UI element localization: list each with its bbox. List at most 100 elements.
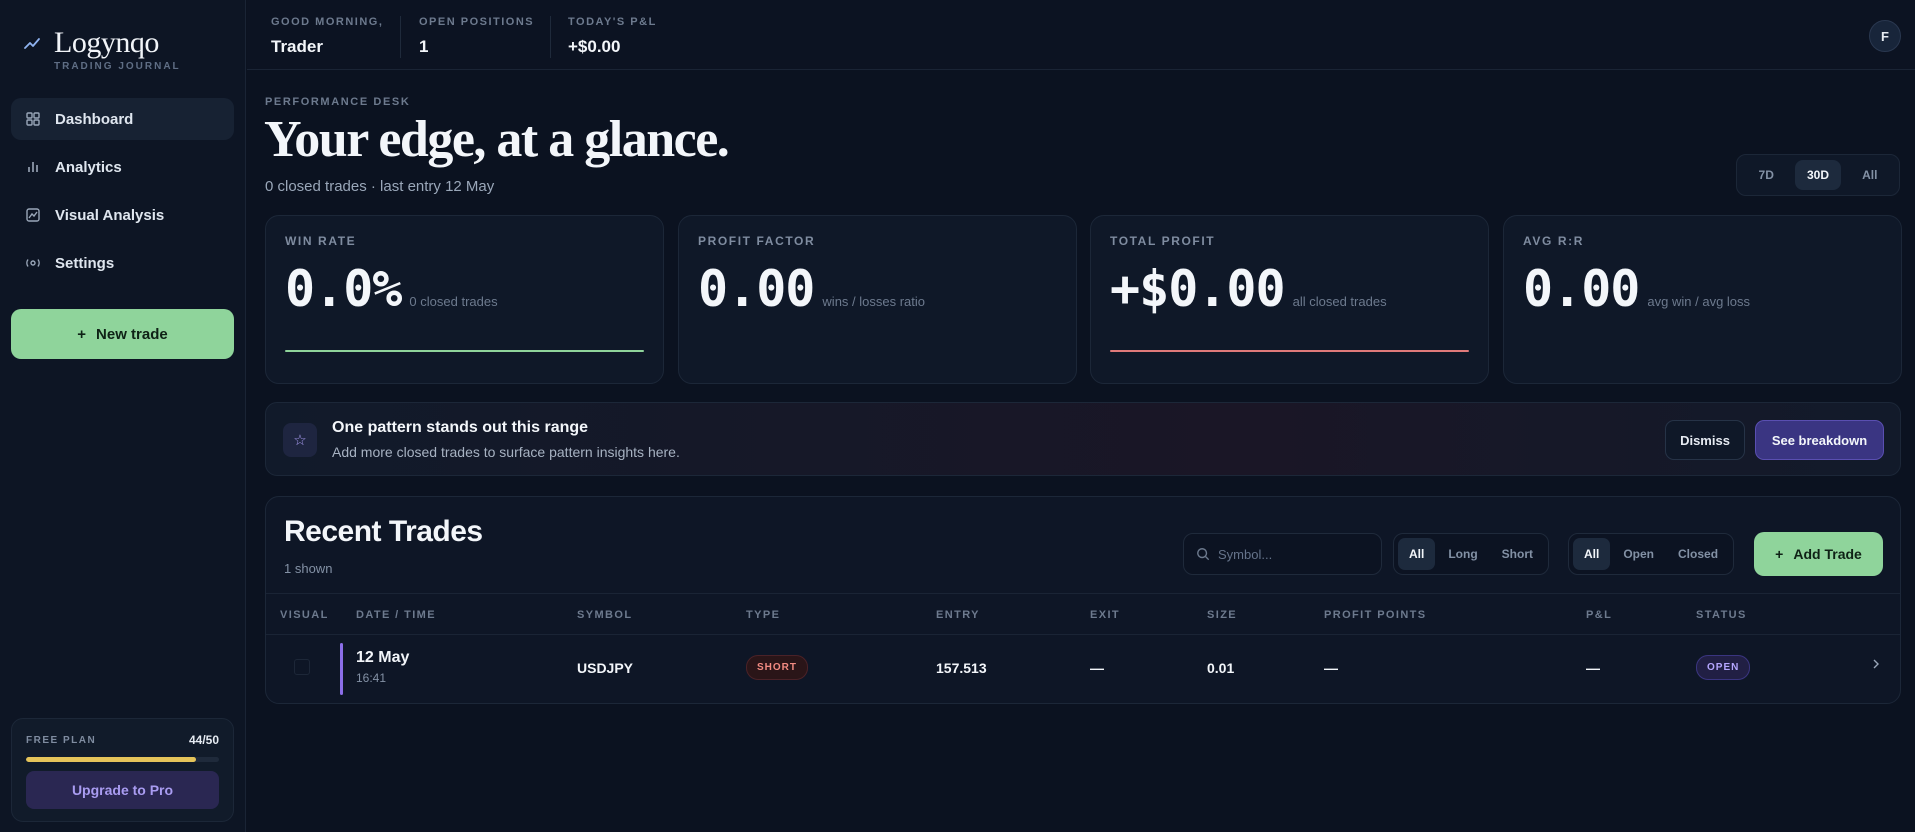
- trend-up-icon: [24, 38, 40, 49]
- plus-icon: +: [77, 325, 87, 343]
- exit-cell: —: [1090, 660, 1104, 676]
- visual-thumbnail[interactable]: [294, 659, 310, 675]
- recent-trades-panel: Recent Trades 1 shown All Long Short All…: [265, 496, 1901, 704]
- filter-long[interactable]: Long: [1437, 538, 1488, 570]
- add-trade-label: Add Trade: [1793, 546, 1862, 562]
- new-trade-button[interactable]: + New trade: [11, 309, 234, 359]
- trades-count: 1 shown: [284, 561, 333, 576]
- table-row[interactable]: 12 May 16:41 USDJPY SHORT 157.513 — 0.01…: [266, 635, 1900, 703]
- metric-sparkline: [285, 350, 644, 352]
- filter-all-direction[interactable]: All: [1398, 538, 1436, 570]
- divider: [550, 16, 551, 58]
- metric-value: 0.0%: [285, 260, 402, 318]
- section-title: Recent Trades: [284, 515, 483, 548]
- greeting-value: Trader: [271, 37, 323, 56]
- metric-sub: avg win / avg loss: [1647, 294, 1751, 309]
- open-positions-label: OPEN POSITIONS: [419, 16, 535, 28]
- page-eyebrow: PERFORMANCE DESK: [265, 96, 411, 108]
- page-title: Your edge, at a glance.: [264, 111, 730, 168]
- symbol-search[interactable]: [1183, 533, 1382, 575]
- bar-chart-icon: [28, 162, 38, 172]
- column-header[interactable]: STATUS: [1696, 609, 1747, 621]
- sidebar-item-visual-analysis[interactable]: Visual Analysis: [11, 194, 234, 236]
- pnl-cell: —: [1586, 660, 1600, 676]
- status-badge: OPEN: [1696, 655, 1751, 680]
- dismiss-button[interactable]: Dismiss: [1665, 420, 1745, 460]
- sidebar-item-analytics[interactable]: Analytics: [11, 146, 234, 188]
- divider: [400, 16, 401, 58]
- app-root: Logynqo TRADING JOURNAL Dashboard Analyt…: [0, 0, 1915, 832]
- metric-value: 0.00: [1523, 260, 1640, 318]
- grid-icon: [26, 112, 40, 126]
- search-input[interactable]: [1218, 546, 1378, 562]
- column-header[interactable]: SYMBOL: [577, 609, 632, 621]
- topbar: GOOD MORNING, Trader OPEN POSITIONS 1 TO…: [247, 0, 1915, 70]
- todays-pnl-value: +$0.00: [568, 37, 621, 56]
- row-accent: [340, 643, 343, 695]
- add-trade-button[interactable]: + Add Trade: [1754, 532, 1883, 576]
- range-selector: 7D 30D All: [1736, 154, 1900, 196]
- page-subtitle: 0 closed trades · last entry 12 May: [265, 178, 495, 195]
- todays-pnl-stat: TODAY'S P&L +$0.00: [568, 16, 657, 57]
- filter-closed[interactable]: Closed: [1667, 538, 1729, 570]
- column-header[interactable]: VISUAL: [280, 609, 329, 621]
- size-cell: 0.01: [1207, 660, 1235, 676]
- range-7d-button[interactable]: 7D: [1747, 160, 1786, 190]
- sidebar-item-label: Settings: [55, 254, 115, 272]
- sidebar: Logynqo TRADING JOURNAL Dashboard Analyt…: [0, 0, 246, 832]
- metric-sub: 0 closed trades: [409, 294, 498, 309]
- range-all-button[interactable]: All: [1850, 160, 1889, 190]
- insight-title: One pattern stands out this range: [332, 419, 589, 436]
- column-header[interactable]: DATE / TIME: [356, 609, 436, 621]
- star-icon: ☆: [283, 423, 317, 457]
- metric-card-total-profit: TOTAL PROFIT +$0.00 all closed trades: [1090, 215, 1489, 384]
- metric-value: 0.00: [698, 260, 815, 318]
- metric-label: TOTAL PROFIT: [1110, 234, 1216, 248]
- open-positions-value: 1: [419, 37, 429, 56]
- column-header[interactable]: SIZE: [1207, 609, 1237, 621]
- column-header[interactable]: ENTRY: [936, 609, 980, 621]
- sidebar-item-label: Dashboard: [55, 110, 134, 128]
- insight-banner: ☆ One pattern stands out this range Add …: [265, 402, 1901, 476]
- chevron-right-icon[interactable]: [1870, 657, 1882, 671]
- range-30d-button[interactable]: 30D: [1794, 160, 1841, 190]
- metric-label: AVG R:R: [1523, 234, 1584, 248]
- brand-name: Logynqo: [54, 26, 159, 59]
- upgrade-button[interactable]: Upgrade to Pro: [26, 771, 219, 809]
- direction-filter: All Long Short: [1393, 533, 1550, 575]
- avatar[interactable]: F: [1869, 20, 1901, 52]
- metric-sub: wins / losses ratio: [822, 294, 926, 309]
- date-cell: 12 May 16:41: [356, 649, 409, 685]
- column-header[interactable]: PROFIT POINTS: [1324, 609, 1427, 621]
- see-breakdown-button[interactable]: See breakdown: [1755, 420, 1884, 460]
- brand[interactable]: Logynqo TRADING JOURNAL: [24, 28, 181, 72]
- plan-usage-fill: [26, 757, 196, 762]
- metric-value: +$0.00: [1110, 260, 1286, 318]
- column-header[interactable]: TYPE: [746, 609, 780, 621]
- plan-card: FREE PLAN 44/50 Upgrade to Pro: [11, 718, 234, 822]
- filter-open[interactable]: Open: [1612, 538, 1665, 570]
- gear-icon: [26, 259, 40, 267]
- trade-time: 16:41: [356, 671, 387, 685]
- sidebar-nav: Dashboard Analytics Visual Analysis Sett…: [11, 98, 234, 290]
- chart-frame-icon: [26, 208, 40, 222]
- metric-sparkline: [1110, 350, 1469, 352]
- sidebar-item-settings[interactable]: Settings: [11, 242, 234, 284]
- new-trade-label: New trade: [96, 325, 168, 343]
- plan-count: 44/50: [188, 733, 219, 747]
- column-header[interactable]: P&L: [1586, 609, 1612, 621]
- greeting-label: GOOD MORNING,: [271, 16, 384, 28]
- metric-card-profit-factor: PROFIT FACTOR 0.00 wins / losses ratio: [678, 215, 1077, 384]
- filter-short[interactable]: Short: [1491, 538, 1544, 570]
- column-header[interactable]: EXIT: [1090, 609, 1120, 621]
- brand-tagline: TRADING JOURNAL: [54, 61, 181, 72]
- greeting-stat: GOOD MORNING, Trader: [271, 16, 383, 57]
- filter-all-status[interactable]: All: [1573, 538, 1611, 570]
- metric-sub: all closed trades: [1292, 294, 1387, 309]
- search-icon: [1197, 548, 1210, 561]
- sidebar-item-dashboard[interactable]: Dashboard: [11, 98, 234, 140]
- status-filter: All Open Closed: [1568, 533, 1735, 575]
- symbol-cell: USDJPY: [577, 660, 634, 676]
- sidebar-item-label: Visual Analysis: [55, 206, 165, 224]
- metric-label: PROFIT FACTOR: [698, 234, 816, 248]
